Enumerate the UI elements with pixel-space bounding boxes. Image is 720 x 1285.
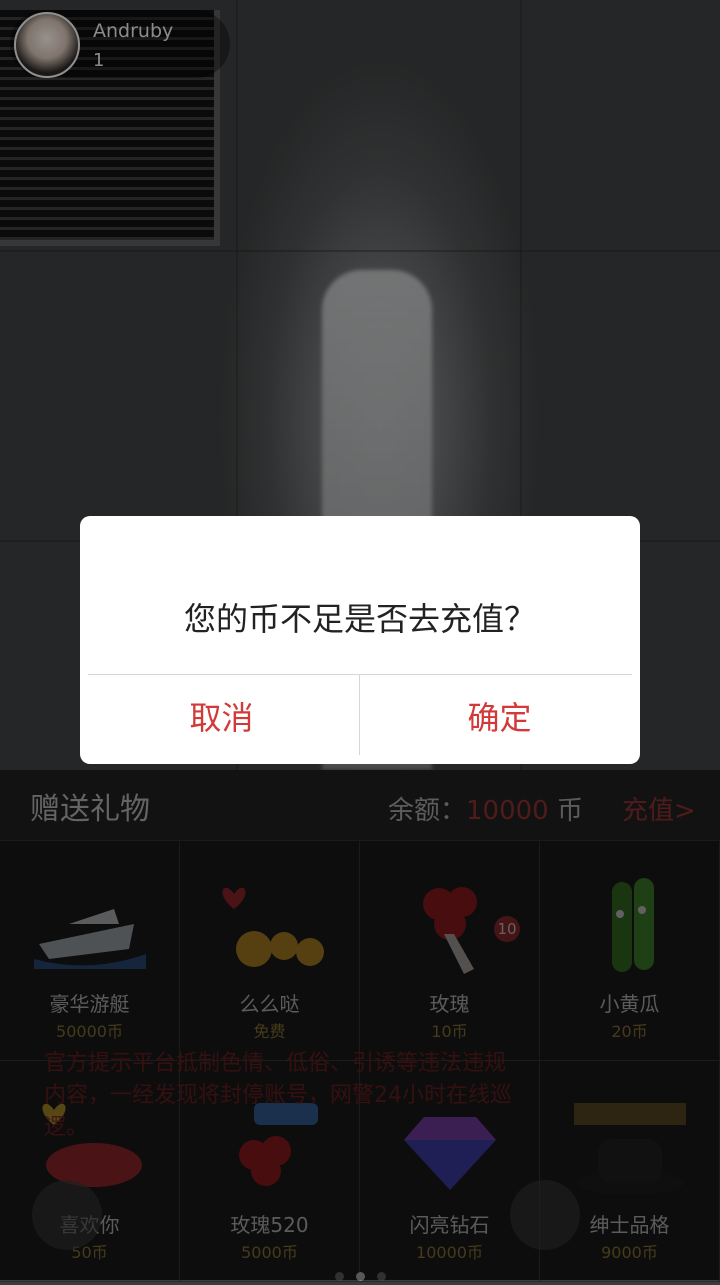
cancel-button[interactable]: 取消 <box>82 675 361 764</box>
recharge-dialog: 您的币不足是否去充值？ 取消 确定 <box>80 516 640 764</box>
dialog-message: 您的币不足是否去充值？ <box>183 600 536 638</box>
confirm-button[interactable]: 确定 <box>360 675 639 764</box>
